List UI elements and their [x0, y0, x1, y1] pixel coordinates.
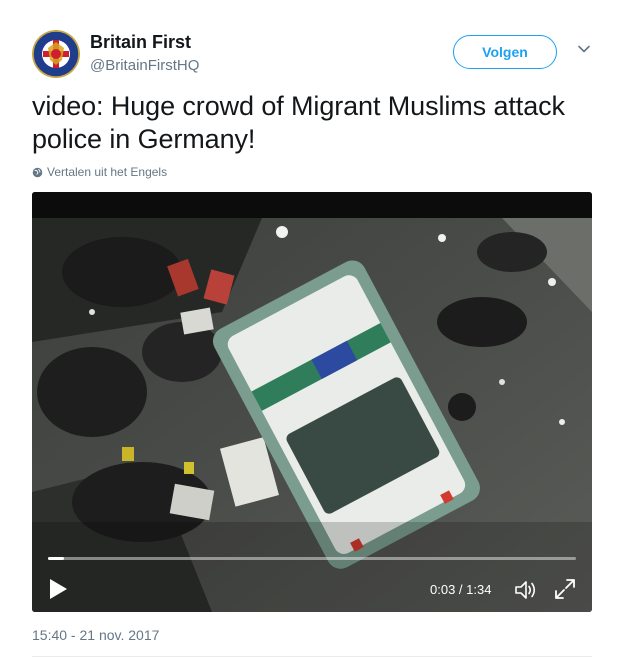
- volume-icon[interactable]: [514, 579, 538, 601]
- follow-button[interactable]: Volgen: [453, 35, 557, 69]
- britain-first-logo-icon: [32, 30, 80, 78]
- video-letterbox-bar: [32, 192, 592, 218]
- video-frame: [32, 192, 592, 612]
- tweet-header: Britain First @BritainFirstHQ Volgen: [32, 30, 592, 80]
- avatar[interactable]: [32, 30, 80, 78]
- video-progress-bar[interactable]: [48, 557, 576, 560]
- author-handle[interactable]: @BritainFirstHQ: [90, 57, 199, 74]
- author-name[interactable]: Britain First: [90, 32, 191, 53]
- divider: [32, 656, 592, 657]
- fullscreen-icon[interactable]: [553, 577, 577, 601]
- translate-label: Vertalen uit het Engels: [47, 165, 168, 179]
- tweet-timestamp[interactable]: 15:40 - 21 nov. 2017: [32, 627, 159, 643]
- video-time: 0:03 / 1:34: [430, 582, 492, 597]
- video-progress-fill: [48, 557, 64, 560]
- chevron-down-icon[interactable]: [577, 42, 591, 56]
- globe-icon: [32, 167, 43, 178]
- play-icon[interactable]: [48, 578, 68, 600]
- translate-link[interactable]: Vertalen uit het Engels: [32, 165, 167, 179]
- tweet-text: video: Huge crowd of Migrant Muslims att…: [32, 91, 565, 154]
- video-player[interactable]: 0:03 / 1:34: [32, 192, 592, 612]
